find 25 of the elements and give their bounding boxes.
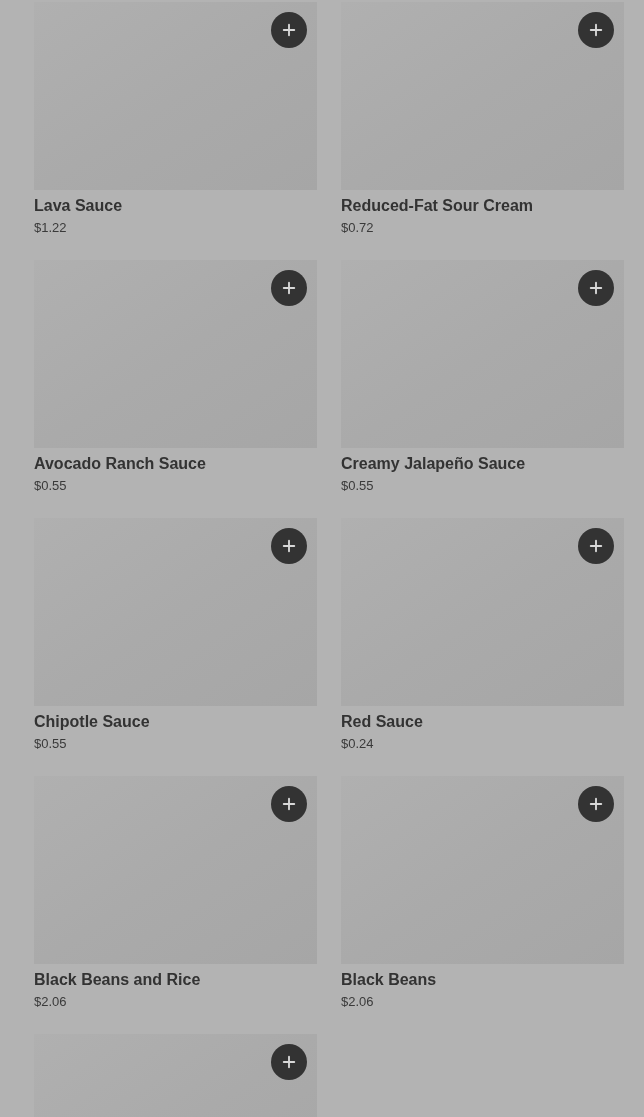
item-name: Chipotle Sauce (34, 712, 151, 732)
item-price: $2.06 (341, 993, 375, 1011)
plus-icon (587, 279, 605, 297)
item-name: Black Beans and Rice (34, 970, 202, 990)
item-price: $0.55 (34, 735, 68, 753)
item-price: $2.06 (34, 993, 68, 1011)
item-price: $0.72 (341, 219, 375, 237)
plus-icon (280, 795, 298, 813)
item-name: Lava Sauce (34, 196, 124, 216)
plus-icon (587, 795, 605, 813)
item-name: Avocado Ranch Sauce (34, 454, 207, 474)
plus-icon (280, 279, 298, 297)
plus-icon (280, 537, 298, 555)
plus-icon (280, 21, 298, 39)
item-price: $0.24 (341, 735, 375, 753)
item-price: $0.55 (341, 477, 375, 495)
plus-icon (280, 1053, 298, 1071)
item-price: $0.55 (34, 477, 68, 495)
item-name: Black Beans (341, 970, 438, 990)
item-name: Creamy Jalapeño Sauce (341, 454, 527, 474)
plus-icon (587, 537, 605, 555)
item-name: Red Sauce (341, 712, 424, 732)
item-name: Reduced-Fat Sour Cream (341, 196, 535, 216)
item-price: $1.22 (34, 219, 68, 237)
plus-icon (587, 21, 605, 39)
